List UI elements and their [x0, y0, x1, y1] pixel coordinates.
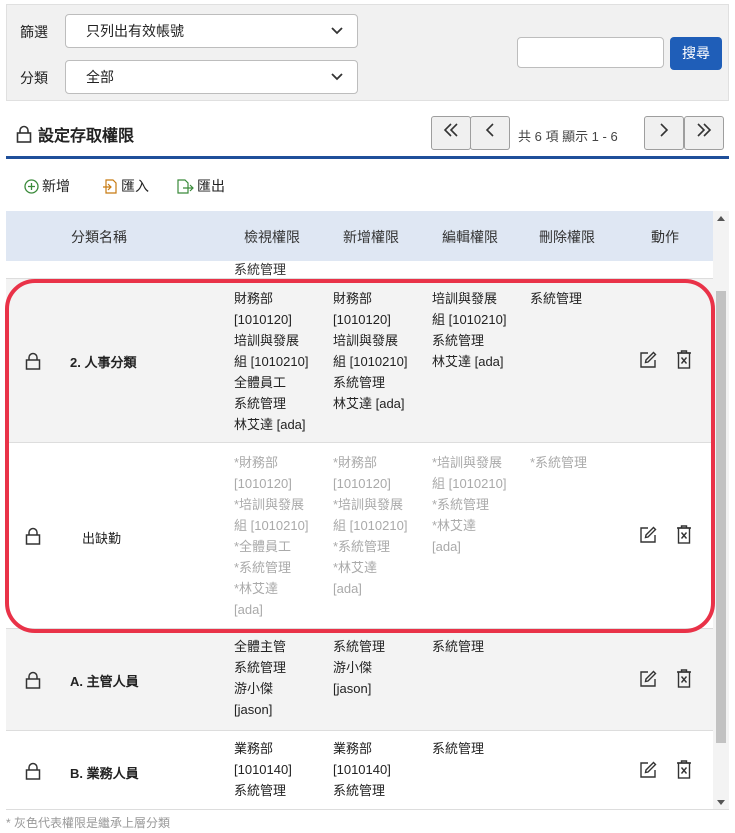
category-select[interactable]: 全部	[65, 60, 358, 94]
lock-icon[interactable]	[25, 352, 41, 370]
view-permission-cell: 業務部 [1010140] 系統管理	[234, 741, 292, 798]
delete-permission-cell: 系統管理	[530, 291, 583, 306]
scroll-up-arrow[interactable]	[717, 216, 725, 221]
delete-icon[interactable]	[676, 525, 692, 544]
delete-permission-cell: *系統管理	[530, 455, 588, 470]
add-button[interactable]: 新增	[24, 176, 70, 196]
chevron-down-icon	[331, 73, 343, 81]
header-add[interactable]: 新增權限	[343, 227, 399, 247]
filter-select[interactable]: 只列出有效帳號	[65, 14, 358, 48]
category-select-value: 全部	[86, 69, 114, 85]
double-chevron-left-icon	[443, 123, 458, 137]
row-name: 出缺勤	[82, 531, 122, 546]
export-icon	[177, 178, 194, 194]
add-permission-cell: 財務部 [1010120] 培訓與發展 組 [1010210] 系統管理 林艾達…	[333, 291, 408, 411]
pager-info: 共 6 項 顯示 1 - 6	[518, 129, 618, 144]
delete-icon[interactable]	[676, 760, 692, 779]
table-row: 2. 人事分類 財務部 [1010120] 培訓與發展 組 [1010210] …	[6, 279, 713, 443]
header-delete[interactable]: 刪除權限	[539, 227, 595, 247]
header-edit[interactable]: 編輯權限	[442, 227, 498, 247]
add-permission-cell: 業務部 [1010140] 系統管理	[333, 741, 391, 798]
table-row: 出缺勤 *財務部 [1010120] *培訓與發展 組 [1010210] *全…	[6, 443, 713, 629]
export-button[interactable]: 匯出	[176, 176, 225, 196]
import-icon	[103, 178, 117, 194]
edit-permission-cell: 系統管理	[432, 639, 485, 654]
lock-icon[interactable]	[25, 671, 41, 689]
page-title: 設定存取權限	[16, 123, 134, 145]
filter-label: 篩選	[20, 24, 48, 40]
grid-scrollbar[interactable]	[713, 211, 729, 809]
header-action: 動作	[651, 229, 679, 245]
view-permission-cell: 財務部 [1010120] 培訓與發展 組 [1010210] 全體員工 系統管…	[234, 291, 309, 432]
cut-row-text: 系統管理	[234, 262, 287, 277]
category-label: 分類	[20, 70, 48, 86]
edit-permission-cell: 培訓與發展 組 [1010210] 系統管理 林艾達 [ada]	[432, 291, 507, 369]
view-permission-cell: 全體主管 系統管理 游小傑 [jason]	[234, 639, 287, 717]
lock-icon	[16, 125, 32, 143]
scroll-down-arrow[interactable]	[717, 800, 725, 805]
add-permission-cell: *財務部 [1010120] *培訓與發展 組 [1010210] *系統管理 …	[333, 455, 408, 596]
edit-icon[interactable]	[639, 526, 657, 544]
edit-icon[interactable]	[639, 670, 657, 688]
row-name: A. 主管人員	[70, 674, 139, 689]
pager-prev-button[interactable]	[470, 116, 510, 150]
plus-circle-icon	[24, 178, 39, 194]
page-title-text: 設定存取權限	[38, 128, 135, 145]
delete-icon[interactable]	[676, 350, 692, 369]
scroll-thumb[interactable]	[716, 291, 726, 743]
view-permission-cell: *財務部 [1010120] *培訓與發展 組 [1010210] *全體員工 …	[234, 455, 309, 617]
permission-grid: 系統管理 分類名稱 檢視權限 新增權限 編輯權限 刪除權限 動作 2. 人事分類…	[6, 211, 729, 810]
header-view[interactable]: 檢視權限	[244, 227, 300, 247]
search-input[interactable]	[517, 37, 664, 68]
pager-first-button[interactable]	[431, 116, 471, 150]
row-name: 2. 人事分類	[70, 355, 137, 370]
pager-last-button[interactable]	[684, 116, 724, 150]
filter-panel: 篩選 只列出有效帳號 分類 全部 搜尋	[6, 4, 729, 101]
import-button-label: 匯入	[121, 178, 149, 194]
pager-next-button[interactable]	[644, 116, 684, 150]
chevron-down-icon	[331, 27, 343, 35]
delete-icon[interactable]	[676, 669, 692, 688]
edit-icon[interactable]	[639, 351, 657, 369]
double-chevron-right-icon	[697, 123, 712, 137]
lock-icon[interactable]	[25, 527, 41, 545]
filter-select-value: 只列出有效帳號	[86, 23, 184, 39]
table-row: A. 主管人員 全體主管 系統管理 游小傑 [jason] 系統管理 游小傑 […	[6, 629, 713, 731]
chevron-left-icon	[485, 123, 494, 137]
search-button[interactable]: 搜尋	[670, 37, 722, 70]
section-divider	[6, 156, 729, 159]
add-button-label: 新增	[42, 178, 70, 194]
row-name: B. 業務人員	[70, 766, 139, 781]
lock-icon[interactable]	[25, 762, 41, 780]
edit-icon[interactable]	[639, 761, 657, 779]
edit-permission-cell: 系統管理	[432, 741, 485, 756]
table-row: B. 業務人員 業務部 [1010140] 系統管理 業務部 [1010140]…	[6, 731, 713, 809]
export-button-label: 匯出	[197, 178, 225, 194]
chevron-right-icon	[660, 123, 669, 137]
footnote: * 灰色代表權限是繼承上層分類	[6, 816, 171, 830]
header-name[interactable]: 分類名稱	[71, 227, 127, 247]
edit-permission-cell: *培訓與發展 組 [1010210] *系統管理 *林艾達 [ada]	[432, 455, 507, 554]
grid-header: 分類名稱 檢視權限 新增權限 編輯權限 刪除權限 動作	[6, 211, 713, 261]
add-permission-cell: 系統管理 游小傑 [jason]	[333, 639, 386, 696]
import-button[interactable]: 匯入	[102, 176, 149, 196]
